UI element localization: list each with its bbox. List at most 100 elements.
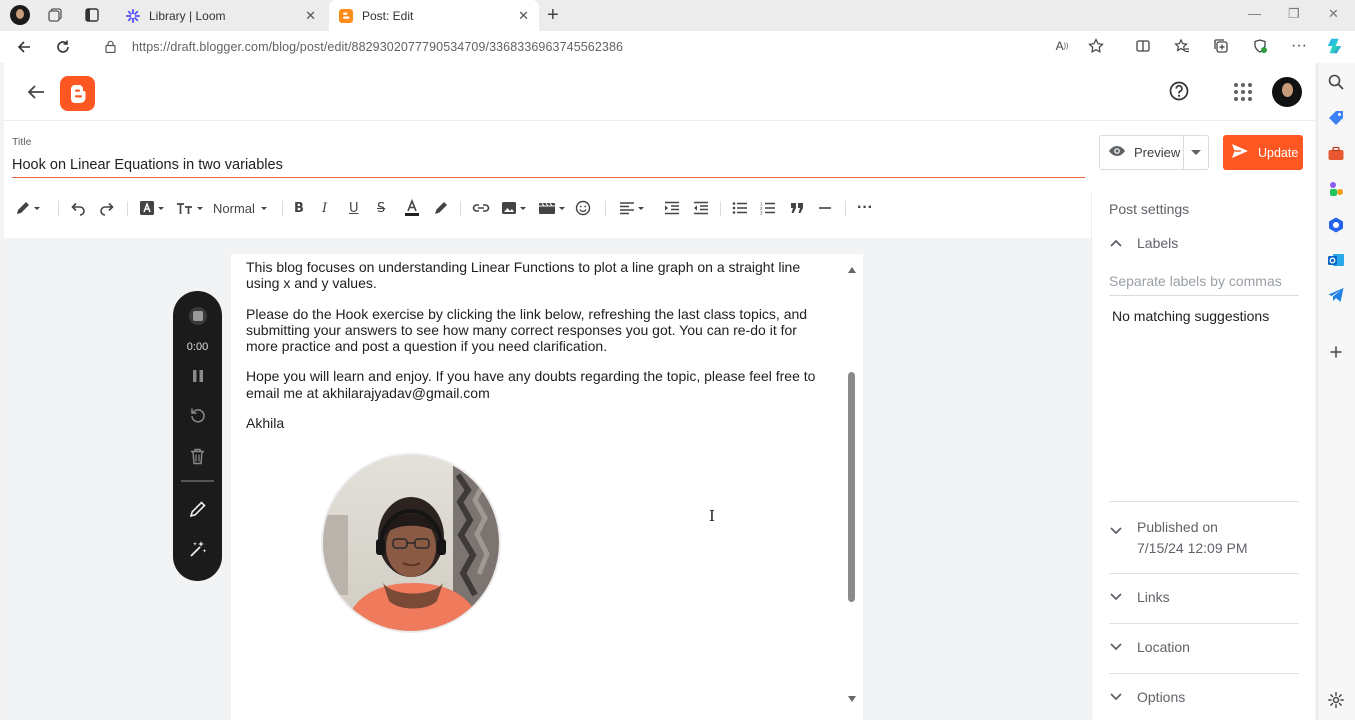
pause-icon[interactable] xyxy=(173,369,222,383)
restore-icon[interactable]: ❐ xyxy=(1288,6,1300,22)
body-paragraph: Hope you will learn and enjoy. If you ha… xyxy=(246,368,816,401)
paragraph-style-label: Normal xyxy=(213,200,255,216)
url-field[interactable]: https://draft.blogger.com/blog/post/edit… xyxy=(88,34,1118,60)
numbered-list-icon[interactable]: 123 xyxy=(760,199,776,217)
more-menu-icon[interactable]: ··· xyxy=(1290,37,1308,55)
labels-section-header[interactable]: Labels xyxy=(1109,235,1299,251)
post-body-text[interactable]: This blog focuses on understanding Linea… xyxy=(246,259,831,445)
post-body-editor[interactable]: This blog focuses on understanding Linea… xyxy=(231,254,863,720)
indent-decrease-icon[interactable] xyxy=(693,199,709,217)
blockquote-icon[interactable] xyxy=(790,199,804,217)
paragraph-style-dropdown[interactable]: Normal xyxy=(213,199,267,217)
tab-library-loom[interactable]: Library | Loom ✕ xyxy=(116,0,326,31)
indent-increase-icon[interactable] xyxy=(664,199,680,217)
effects-wand-icon[interactable] xyxy=(173,540,222,558)
links-title: Links xyxy=(1137,589,1170,605)
chevron-down-icon xyxy=(1109,689,1131,705)
search-icon[interactable] xyxy=(1327,73,1345,91)
google-apps-icon[interactable] xyxy=(1234,83,1252,101)
emoji-icon[interactable] xyxy=(575,199,591,217)
window-close-icon[interactable]: ✕ xyxy=(1328,6,1339,22)
options-title: Options xyxy=(1137,689,1186,705)
highlight-pen-icon[interactable] xyxy=(433,199,449,217)
undo-icon[interactable] xyxy=(70,199,86,217)
back-arrow-icon[interactable] xyxy=(25,81,47,103)
preview-button[interactable]: Preview xyxy=(1099,135,1209,170)
scroll-up-arrow-icon[interactable] xyxy=(848,267,856,273)
link-icon[interactable] xyxy=(472,199,490,217)
workspaces-icon[interactable] xyxy=(43,4,67,26)
chevron-down-icon xyxy=(1109,639,1131,655)
outlook-icon[interactable] xyxy=(1327,251,1345,269)
post-settings-panel: Post settings Labels Separate labels by … xyxy=(1091,191,1315,720)
title-label: Title xyxy=(12,136,32,148)
minimize-icon[interactable]: — xyxy=(1248,6,1261,21)
games-icon[interactable] xyxy=(1327,180,1345,198)
stop-recording-button[interactable] xyxy=(173,307,222,325)
formatting-toolbar: Normal B I U S 1 2 3 ··· xyxy=(4,190,1091,226)
text-color-icon[interactable] xyxy=(404,199,420,217)
links-section[interactable]: Links xyxy=(1109,589,1299,605)
close-icon[interactable]: ✕ xyxy=(518,8,529,24)
copilot-icon[interactable] xyxy=(1326,37,1344,55)
published-title: Published on xyxy=(1137,519,1218,535)
sidebar-settings-gear-icon[interactable] xyxy=(1327,691,1345,709)
favorite-star-icon[interactable] xyxy=(1087,37,1105,55)
scroll-down-arrow-icon[interactable] xyxy=(848,696,856,702)
account-avatar[interactable] xyxy=(1272,77,1302,107)
post-settings-heading: Post settings xyxy=(1109,201,1190,217)
update-button[interactable]: Update xyxy=(1223,135,1303,170)
collections-icon[interactable] xyxy=(1212,37,1230,55)
font-size-icon[interactable] xyxy=(176,199,203,217)
location-section[interactable]: Location xyxy=(1109,639,1299,655)
more-options-icon[interactable]: ··· xyxy=(857,199,873,217)
microsoft365-icon[interactable] xyxy=(1327,216,1345,234)
chevron-down-icon xyxy=(1109,589,1131,605)
horizontal-rule-icon[interactable] xyxy=(818,199,832,217)
bold-icon[interactable]: B xyxy=(294,199,304,217)
split-screen-icon[interactable] xyxy=(1134,37,1152,55)
post-title-input[interactable] xyxy=(12,156,1085,178)
favorites-icon[interactable] xyxy=(1173,37,1191,55)
italic-icon[interactable]: I xyxy=(322,199,327,217)
vertical-tabs-icon[interactable] xyxy=(80,4,104,26)
insert-image-icon[interactable] xyxy=(501,199,526,217)
shopping-tag-icon[interactable] xyxy=(1327,109,1345,127)
read-aloud-icon[interactable]: A)) xyxy=(1053,37,1071,55)
labels-input[interactable]: Separate labels by commas xyxy=(1109,273,1299,296)
loom-camera-bubble[interactable] xyxy=(321,453,501,633)
browser-essentials-icon[interactable] xyxy=(1251,37,1269,55)
back-icon[interactable] xyxy=(14,37,34,57)
redo-icon[interactable] xyxy=(99,199,115,217)
underline-icon[interactable]: U xyxy=(349,199,359,217)
eye-icon xyxy=(1108,144,1126,162)
scroll-thumb[interactable] xyxy=(848,372,855,602)
edge-sidebar xyxy=(1317,63,1355,720)
strikethrough-icon[interactable]: S xyxy=(377,199,385,217)
options-section[interactable]: Options xyxy=(1109,689,1299,705)
align-left-icon[interactable] xyxy=(619,199,644,217)
insert-video-icon[interactable] xyxy=(538,199,565,217)
drawing-pencil-icon[interactable] xyxy=(173,500,222,518)
tab-post-edit[interactable]: Post: Edit ✕ xyxy=(329,0,539,31)
help-icon[interactable] xyxy=(1168,80,1190,102)
preview-dropdown-caret-icon[interactable] xyxy=(1191,150,1201,155)
restart-icon[interactable] xyxy=(173,406,222,424)
tools-briefcase-icon[interactable] xyxy=(1327,145,1345,163)
bulleted-list-icon[interactable] xyxy=(732,199,748,217)
url-host: https://draft.blogger.com xyxy=(132,40,269,54)
editor-scrollbar[interactable] xyxy=(845,254,859,720)
refresh-icon[interactable] xyxy=(53,37,73,57)
font-family-icon[interactable] xyxy=(139,199,164,217)
text-cursor-icon: I xyxy=(709,507,715,525)
telegram-send-icon[interactable] xyxy=(1327,286,1345,304)
edit-mode-pencil-icon[interactable] xyxy=(15,199,40,217)
add-sidebar-app-icon[interactable] xyxy=(1327,343,1345,361)
new-tab-button[interactable]: + xyxy=(547,4,559,27)
published-on-section[interactable]: Published on 7/15/24 12:09 PM xyxy=(1109,517,1299,559)
labels-title: Labels xyxy=(1137,235,1179,251)
close-icon[interactable]: ✕ xyxy=(305,8,316,24)
trash-icon[interactable] xyxy=(173,448,222,465)
blogger-logo[interactable] xyxy=(60,76,95,111)
browser-profile-button[interactable] xyxy=(8,4,32,26)
